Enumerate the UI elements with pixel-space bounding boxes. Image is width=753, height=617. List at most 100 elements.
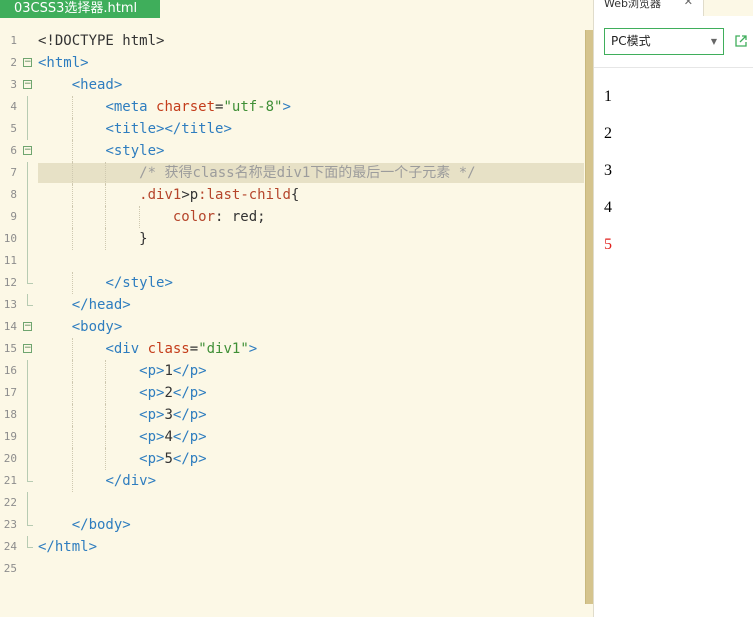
code-token: "div1" xyxy=(198,341,249,357)
code-line[interactable]: 5 <title></title> xyxy=(0,118,584,140)
code-editor-panel[interactable]: 03CSS3选择器.html 1 <!DOCTYPE html> 2− <html> 3… xyxy=(0,0,594,617)
fold-guide xyxy=(27,96,28,118)
indent-guide xyxy=(105,162,107,184)
code-line[interactable]: 8 .div1>p:last-child{ xyxy=(0,184,584,206)
code-line[interactable]: 7 /* 获得class名称是div1下面的最后一个子元素 */ xyxy=(0,162,584,184)
fold-toggle-icon[interactable]: − xyxy=(23,146,32,155)
browser-tab-bar: Web浏览器 ✕ xyxy=(594,0,753,16)
code-token: </p> xyxy=(172,363,207,379)
line-number: 14 xyxy=(3,320,17,333)
preview-paragraph: 5 xyxy=(604,236,612,253)
code-text: </html> xyxy=(38,536,97,558)
code-line[interactable]: 6− <style> xyxy=(0,140,584,162)
code-area[interactable]: 1 <!DOCTYPE html> 2− <html> 3− <head> 4 <meta… xyxy=(0,30,584,580)
fold-end-marker xyxy=(27,294,33,306)
code-token: :last-child xyxy=(198,187,291,203)
line-number: 1 xyxy=(10,34,17,47)
code-line[interactable]: 14− <body> xyxy=(0,316,584,338)
fold-guide xyxy=(27,228,28,250)
code-line[interactable]: 17 <p>2</p> xyxy=(0,382,584,404)
indent-guide xyxy=(105,206,107,228)
close-icon[interactable]: ✕ xyxy=(684,0,693,7)
code-line[interactable]: 1 <!DOCTYPE html> xyxy=(0,30,584,52)
code-token: 1 xyxy=(164,363,173,379)
preview-paragraph: 3 xyxy=(604,162,612,179)
file-tab[interactable]: 03CSS3选择器.html xyxy=(0,0,160,18)
code-line[interactable]: 2− <html> xyxy=(0,52,584,74)
indent-guide xyxy=(71,360,73,382)
code-token: > xyxy=(248,341,258,357)
code-line[interactable]: 15− <div class="div1"> xyxy=(0,338,584,360)
code-line[interactable]: 22 xyxy=(0,492,584,514)
fold-toggle-icon[interactable]: − xyxy=(23,322,32,331)
line-number: 4 xyxy=(10,100,17,113)
fold-guide xyxy=(27,250,28,272)
line-number: 21 xyxy=(3,474,17,487)
code-text: </style> xyxy=(38,272,173,294)
fold-toggle-icon[interactable]: − xyxy=(23,80,32,89)
code-line[interactable]: 16 <p>1</p> xyxy=(0,360,584,382)
code-line[interactable]: 12 </style> xyxy=(0,272,584,294)
code-token: <style> xyxy=(105,143,165,159)
code-line[interactable]: 11 xyxy=(0,250,584,272)
fold-toggle-icon[interactable]: − xyxy=(23,58,32,67)
code-text: <p>5</p> xyxy=(38,448,206,470)
fold-guide xyxy=(27,382,28,404)
fold-guide xyxy=(27,184,28,206)
code-line[interactable]: 24 </html> xyxy=(0,536,584,558)
fold-end-marker xyxy=(27,514,33,526)
fold-toggle-icon[interactable]: − xyxy=(23,344,32,353)
indent-guide xyxy=(71,162,73,184)
code-line[interactable]: 18 <p>3</p> xyxy=(0,404,584,426)
web-browser-panel: Web浏览器 ✕ PC模式 ▼ 1 2 3 4 5 xyxy=(593,0,753,617)
browser-tab-label: Web浏览器 xyxy=(604,0,661,10)
indent-guide xyxy=(71,426,73,448)
code-line[interactable]: 4 <meta charset="utf-8"> xyxy=(0,96,584,118)
line-number: 11 xyxy=(3,254,17,267)
code-token: </style> xyxy=(105,275,173,291)
line-number: 15 xyxy=(3,342,17,355)
preview-paragraph: 2 xyxy=(604,125,612,142)
fold-guide xyxy=(27,206,28,228)
code-line[interactable]: 20 <p>5</p> xyxy=(0,448,584,470)
code-token: 4 xyxy=(164,429,173,445)
code-line[interactable]: 23 </body> xyxy=(0,514,584,536)
indent-guide xyxy=(105,228,107,250)
fold-end-marker xyxy=(27,470,33,482)
browser-tab[interactable]: Web浏览器 ✕ xyxy=(594,0,704,16)
code-token: <!DOCTYPE html> xyxy=(38,33,165,49)
line-number: 9 xyxy=(10,210,17,223)
indent-guide xyxy=(105,426,107,448)
fold-guide xyxy=(27,404,28,426)
code-line[interactable]: 10 } xyxy=(0,228,584,250)
open-external-icon[interactable] xyxy=(735,35,747,47)
indent-guide xyxy=(71,184,73,206)
indent-guide xyxy=(71,470,73,492)
fold-guide xyxy=(27,448,28,470)
code-token: <meta xyxy=(105,99,157,115)
code-token: >p xyxy=(181,187,199,203)
code-line[interactable]: 9 color: red; xyxy=(0,206,584,228)
code-line[interactable]: 3− <head> xyxy=(0,74,584,96)
code-line[interactable]: 21 </div> xyxy=(0,470,584,492)
code-line[interactable]: 25 xyxy=(0,558,584,580)
code-token: color xyxy=(172,209,216,225)
indent-guide xyxy=(71,338,73,360)
indent-guide xyxy=(105,448,107,470)
line-number: 19 xyxy=(3,430,17,443)
code-token: class xyxy=(147,341,190,357)
mode-select[interactable]: PC模式 ▼ xyxy=(604,28,724,55)
line-number: 18 xyxy=(3,408,17,421)
code-line[interactable]: 13 </head> xyxy=(0,294,584,316)
code-token: </p> xyxy=(172,385,207,401)
line-number: 2 xyxy=(10,56,17,69)
code-token: /* 获得class名称是div1下面的最后一个子元素 */ xyxy=(139,165,476,181)
code-text: /* 获得class名称是div1下面的最后一个子元素 */ xyxy=(38,162,476,184)
code-token: 5 xyxy=(164,451,173,467)
chevron-down-icon: ▼ xyxy=(710,37,717,46)
code-line[interactable]: 19 <p>4</p> xyxy=(0,426,584,448)
